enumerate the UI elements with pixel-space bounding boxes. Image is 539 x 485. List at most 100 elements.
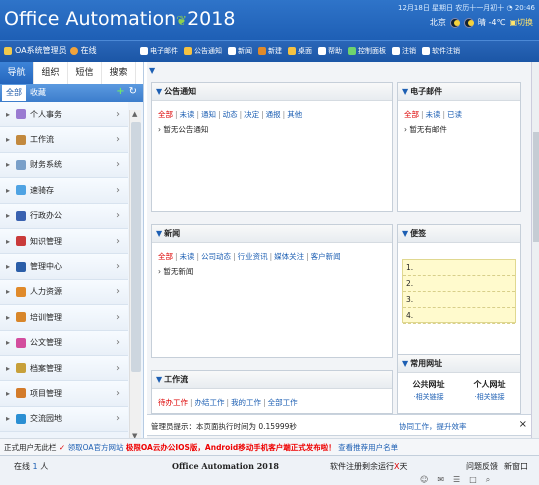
subtab-all[interactable]: 全部: [2, 85, 26, 101]
menu-item[interactable]: ▸ 工作流 ›: [0, 127, 128, 153]
nav-menu: ▸ 个人事务 › ▸ 工作流 › ▸ 财务系统 › ▸ 速骑存 › ▸ 行政办公 › ▸ 知识管理 › ▸ 管理中心 ›…: [0, 102, 128, 433]
toolbar-logout-button[interactable]: 注销: [392, 46, 416, 56]
ticker-link[interactable]: 查看推荐用户名单: [338, 443, 398, 452]
menu-item-label: 培训管理: [30, 312, 62, 322]
status-icons: ☺ ✉ ☰ □ ⌕: [420, 475, 490, 485]
scroll-thumb[interactable]: [533, 132, 539, 242]
category-link[interactable]: 动态: [223, 110, 238, 119]
new-window-link[interactable]: 新窗口: [504, 461, 528, 472]
category-link[interactable]: 通知: [201, 110, 216, 119]
person-icon[interactable]: ☺: [420, 475, 428, 485]
tab-nav[interactable]: 导航: [0, 62, 34, 84]
toolbar-exit-button[interactable]: 软件注销: [422, 46, 460, 56]
category-link[interactable]: 未读: [180, 252, 195, 261]
notice-link[interactable]: 协同工作，提升效率: [399, 421, 467, 432]
main-scrollbar[interactable]: [531, 62, 539, 482]
menu-item[interactable]: ▸ 人力资源 ›: [0, 279, 128, 306]
control-panel-icon: [348, 47, 356, 55]
category-links: 待办工作 | 办结工作 | 我的工作 | 全部工作: [158, 398, 298, 407]
menu-item[interactable]: ▸ 项目管理 ›: [0, 381, 128, 407]
ticker-link[interactable]: 领取OA官方网站: [68, 443, 124, 452]
menu-scrollbar[interactable]: ▲ ▼: [129, 110, 141, 440]
memo-line[interactable]: 3.: [403, 292, 515, 308]
notice-icon: [184, 47, 192, 55]
toolbar-news-button[interactable]: 新闻: [228, 46, 252, 56]
window-icon[interactable]: □: [469, 475, 477, 485]
portlet-title: 电子邮件: [410, 87, 443, 96]
notice-popup: 管理员提示：本页面执行时间为 0.15999秒 协同工作，提升效率 ×: [147, 414, 531, 436]
category-link[interactable]: 媒体关注: [274, 252, 304, 261]
portlet-title: 新闻: [164, 229, 181, 238]
subtab-favorites[interactable]: 收藏: [26, 85, 50, 101]
menu-item[interactable]: ▸ 培训管理 ›: [0, 305, 128, 331]
storage-icon: [16, 185, 26, 196]
menu-item[interactable]: ▸ 财务系统 ›: [0, 152, 128, 179]
weather-switch-button[interactable]: ▣切换: [509, 17, 533, 28]
public-link[interactable]: ·相关链接: [413, 392, 443, 402]
ticker-promo[interactable]: 极限OA云办公IOS版，Android移动手机客户端正式发布啦！: [126, 443, 336, 452]
close-icon[interactable]: ×: [519, 419, 527, 430]
tab-org[interactable]: 组织: [34, 62, 68, 84]
menu-item[interactable]: ▸ 管理中心 ›: [0, 254, 128, 280]
toolbar-help-button[interactable]: 帮助: [318, 46, 342, 56]
menu-item-label: 知识管理: [30, 236, 62, 246]
menu-item[interactable]: ▸ 公文管理 ›: [0, 330, 128, 356]
workflow-icon: [16, 134, 26, 145]
scroll-thumb[interactable]: [131, 122, 141, 372]
memo-textarea[interactable]: 1. 2. 3. 4.: [402, 259, 516, 324]
toolbar-items: 电子邮件 公告通知 新闻 新建 桌面 帮助 控制面板 注销 软件注销: [140, 46, 460, 56]
menu-item[interactable]: ▸ 速骑存 ›: [0, 178, 128, 204]
ticker-bar: 正式用户无此栏 ✓ 领取OA官方网站 极限OA云办公IOS版，Android移动…: [0, 438, 539, 455]
add-icon[interactable]: +: [116, 86, 124, 97]
toolbar-desktop-button[interactable]: 桌面: [288, 46, 312, 56]
toolbar-email-button[interactable]: 电子邮件: [140, 46, 178, 56]
collapse-icon[interactable]: ▼: [149, 66, 155, 75]
current-user[interactable]: OA系统管理员 在线: [4, 45, 97, 56]
chevron-right-icon: ›: [116, 362, 120, 374]
search-icon[interactable]: ⌕: [486, 475, 490, 485]
memo-line[interactable]: 1.: [403, 260, 515, 276]
refresh-icon[interactable]: ↻: [129, 86, 137, 97]
category-link[interactable]: 全部: [158, 110, 173, 119]
category-link[interactable]: 决定: [244, 110, 259, 119]
category-link[interactable]: 通报: [266, 110, 281, 119]
chat-icon[interactable]: ✉: [437, 475, 444, 485]
bullet-icon: ▸: [6, 211, 11, 221]
chevron-right-icon: ›: [116, 311, 120, 323]
menu-item[interactable]: ▸ 档案管理 ›: [0, 355, 128, 382]
toolbar-notice-button[interactable]: 公告通知: [184, 46, 222, 56]
feedback-link[interactable]: 问题反馈: [466, 461, 498, 472]
category-link[interactable]: 已读: [447, 110, 462, 119]
category-link[interactable]: 办结工作: [195, 398, 225, 407]
tab-search[interactable]: 搜索: [102, 62, 136, 84]
toolbar-control-panel-button[interactable]: 控制面板: [348, 46, 386, 56]
menu-item-label: 财务系统: [30, 160, 62, 170]
tab-sms[interactable]: 短信: [68, 62, 102, 84]
scroll-up-icon[interactable]: ▲: [132, 110, 137, 118]
category-link[interactable]: 行业资讯: [238, 252, 268, 261]
category-link[interactable]: 我的工作: [231, 398, 261, 407]
category-link[interactable]: 待办工作: [158, 398, 188, 407]
category-link[interactable]: 全部工作: [268, 398, 298, 407]
menu-item[interactable]: ▸ 行政办公 ›: [0, 203, 128, 229]
category-link[interactable]: 客户新闻: [311, 252, 341, 261]
category-link[interactable]: 全部: [158, 252, 173, 261]
status-bar: 在线 1 人 Office Automation 2018 软件注册剩余运行X天…: [0, 455, 539, 485]
memo-line[interactable]: 4.: [403, 308, 515, 324]
personal-link[interactable]: ·相关链接: [474, 392, 504, 402]
bullet-icon: ▸: [6, 109, 11, 119]
category-link[interactable]: 未读: [426, 110, 441, 119]
category-link[interactable]: 其他: [287, 110, 302, 119]
category-link[interactable]: 未读: [180, 110, 195, 119]
menu-item[interactable]: ▸ 知识管理 ›: [0, 228, 128, 255]
memo-line[interactable]: 2.: [403, 276, 515, 292]
category-link[interactable]: 公司动态: [201, 252, 231, 261]
menu-item[interactable]: ▸ 交流园地 ›: [0, 406, 128, 433]
left-tabs: 导航 组织 短信 搜索: [0, 62, 143, 84]
menu-item[interactable]: ▸ 个人事务 ›: [0, 102, 128, 128]
toolbar-create-button[interactable]: 新建: [258, 46, 282, 56]
online-count[interactable]: 在线 1 人: [14, 461, 48, 472]
category-link[interactable]: 全部: [404, 110, 419, 119]
list-icon[interactable]: ☰: [453, 475, 460, 485]
app-header: Office Automation❦2018 12月18日 星期日 农历十一月初…: [0, 0, 539, 40]
